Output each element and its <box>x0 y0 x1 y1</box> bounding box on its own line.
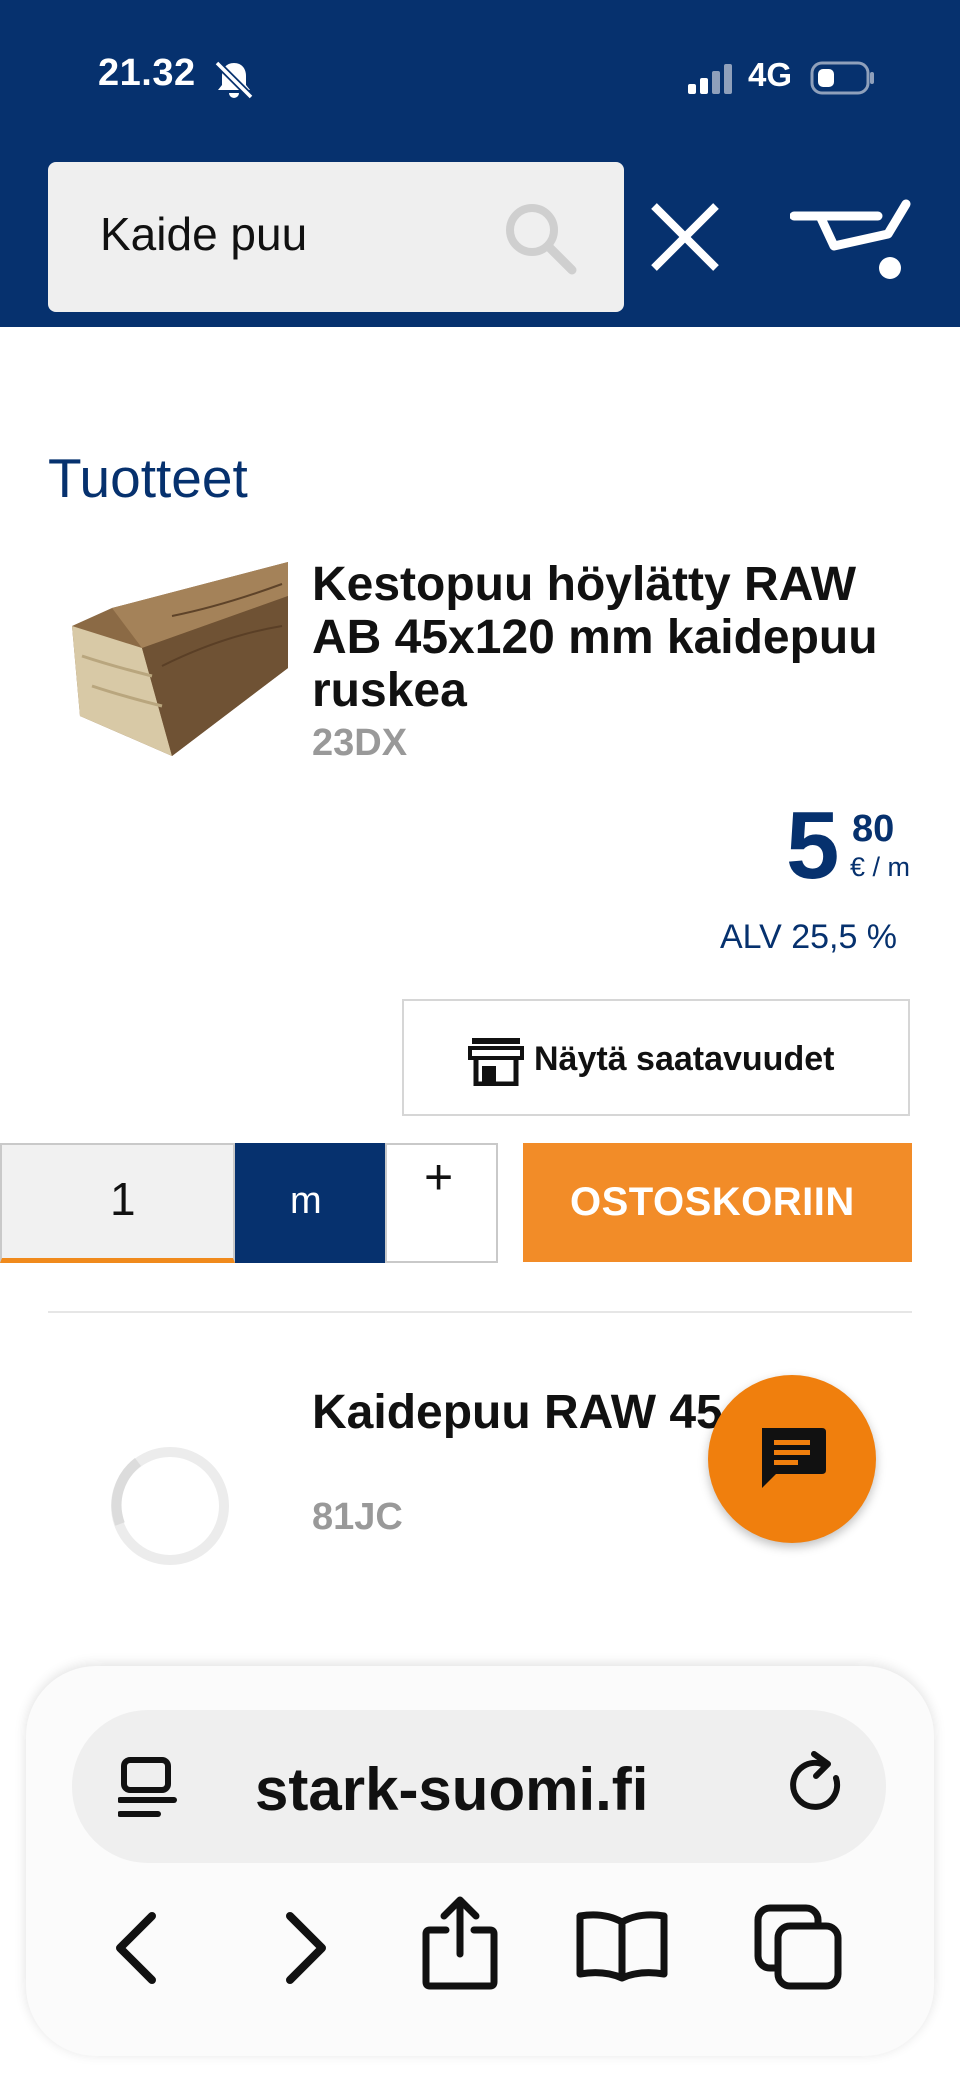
status-time: 21.32 <box>98 52 196 94</box>
product-code: 81JC <box>312 1496 403 1538</box>
quantity-increase-label[interactable]: + <box>424 1148 453 1206</box>
back-icon[interactable] <box>110 1910 160 1986</box>
cart-icon[interactable] <box>790 198 914 282</box>
battery-icon <box>810 61 874 95</box>
vat-label: ALV 25,5 % <box>720 918 898 956</box>
divider <box>48 1311 912 1313</box>
reload-icon[interactable] <box>788 1750 850 1818</box>
loading-spinner-icon <box>111 1447 229 1565</box>
reader-icon[interactable] <box>118 1756 180 1820</box>
quantity-value[interactable]: 1 <box>110 1172 136 1226</box>
forward-icon[interactable] <box>282 1910 332 1986</box>
chat-icon[interactable] <box>756 1424 828 1494</box>
price-unit: € / m <box>850 852 911 882</box>
price-decimal: 80 <box>852 808 895 850</box>
search-input-value[interactable]: Kaide puu <box>100 207 307 261</box>
network-type: 4G <box>748 56 793 93</box>
price-integer: 5 <box>786 792 839 899</box>
signal-icon <box>688 64 732 94</box>
section-title: Tuotteet <box>48 447 248 509</box>
store-icon <box>468 1038 524 1086</box>
share-icon[interactable] <box>420 1896 500 1990</box>
bookmarks-icon[interactable] <box>574 1908 670 1982</box>
product-title[interactable]: Kestopuu höylätty RAW AB 45x120 mm kaide… <box>312 558 912 717</box>
product-image[interactable] <box>52 556 288 756</box>
search-icon[interactable] <box>500 198 580 278</box>
mute-bell-icon <box>214 60 254 100</box>
unit-label[interactable]: m <box>290 1180 322 1223</box>
tabs-icon[interactable] <box>752 1902 844 1992</box>
product-code: 23DX <box>312 722 408 764</box>
show-availability-label[interactable]: Näytä saatavuudet <box>534 1040 834 1079</box>
url-text[interactable]: stark-suomi.fi <box>255 1755 648 1824</box>
add-to-cart-label[interactable]: OSTOSKORIIN <box>570 1180 855 1225</box>
close-icon[interactable] <box>648 200 722 274</box>
